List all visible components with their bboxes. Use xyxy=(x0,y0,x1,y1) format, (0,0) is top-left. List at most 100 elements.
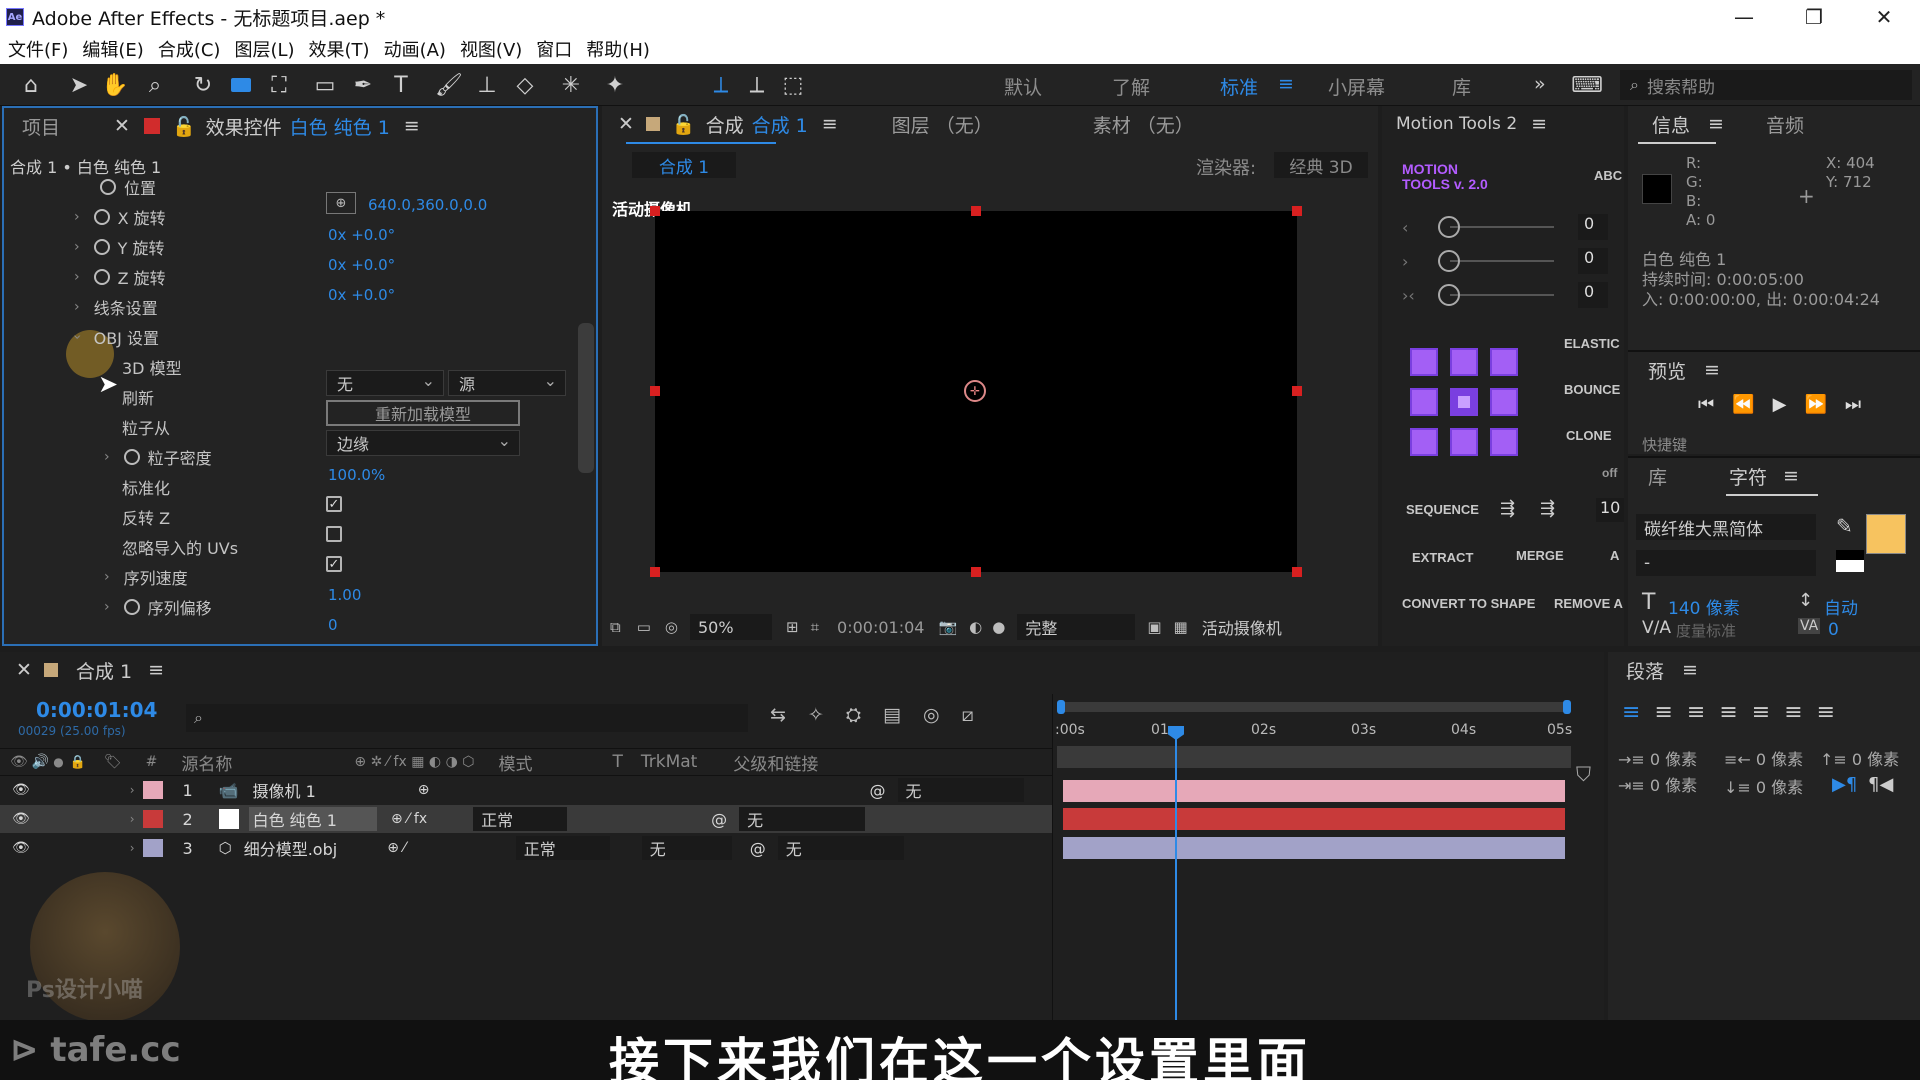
roto-brush-icon[interactable]: ✳ xyxy=(556,70,586,100)
panel-menu-icon[interactable]: ≡ xyxy=(1704,359,1720,381)
tab-layer[interactable]: 图层 （无） xyxy=(892,111,993,138)
home-icon[interactable]: ⌂ xyxy=(16,70,46,100)
menu-effect[interactable]: 效果(T) xyxy=(309,36,370,62)
x-rotation-value[interactable]: 0x +0.0° xyxy=(328,226,395,244)
layer-label-color[interactable] xyxy=(142,810,163,828)
workspace-standard[interactable]: 标准 xyxy=(1220,73,1258,100)
layer-handle[interactable] xyxy=(650,386,660,396)
ltr-direction-icon[interactable]: ▶¶ xyxy=(1832,774,1857,795)
prop-obj-settings[interactable]: › OBJ 设置 xyxy=(69,322,159,352)
timeline-layer-row[interactable]: 👁 › 1 📹 摄像机 1 ⊕ @ 无 xyxy=(0,776,1052,804)
stopwatch-icon[interactable] xyxy=(93,269,110,285)
y-rotation-value[interactable]: 0x +0.0° xyxy=(328,256,395,274)
layer-name[interactable]: 白色 纯色 1 xyxy=(248,807,377,831)
solo-icon[interactable]: ● xyxy=(53,755,63,769)
space-after-field[interactable]: ↓≡ 0 像素 xyxy=(1724,774,1803,798)
close-tab-icon[interactable]: ✕ xyxy=(114,115,130,137)
expand-arrow-icon[interactable]: › xyxy=(104,449,110,465)
collapse-arrow-icon[interactable]: › xyxy=(69,334,85,340)
layer-switch-icons[interactable]: ⊕ ⁄ xyxy=(387,840,406,856)
slider-track[interactable] xyxy=(1450,294,1554,296)
close-tab-icon[interactable]: ✕ xyxy=(618,113,634,135)
space-before-field[interactable]: ↑≡ 0 像素 xyxy=(1820,746,1899,770)
panel-menu-icon[interactable]: ≡ xyxy=(1682,659,1698,681)
particle-density-value[interactable]: 100.0% xyxy=(328,466,385,484)
layer-handle[interactable] xyxy=(971,206,981,216)
expand-arrow-icon[interactable]: › xyxy=(104,569,110,585)
anchor-center[interactable] xyxy=(1450,388,1478,416)
lock-icon[interactable]: 🔓 xyxy=(672,113,696,136)
timeline-current-time[interactable]: 0:00:01:04 xyxy=(36,698,157,722)
tab-character[interactable]: 字符 xyxy=(1729,463,1767,490)
anchor-bottom-left[interactable] xyxy=(1410,428,1438,456)
elastic-button[interactable]: ELASTIC xyxy=(1564,336,1620,351)
video-visibility-icon[interactable]: 👁 xyxy=(10,754,28,770)
expand-arrow-icon[interactable]: › xyxy=(74,299,80,315)
frame-blending-icon[interactable]: ▤ xyxy=(883,704,901,726)
convert-to-shape-button[interactable]: CONVERT TO SHAPE xyxy=(1402,596,1535,611)
selection-tool-icon[interactable]: ➤ xyxy=(64,70,94,100)
pickwhip-icon[interactable]: @ xyxy=(711,810,727,829)
fill-color-swatch[interactable] xyxy=(1866,514,1910,558)
always-preview-icon[interactable]: ⧉ xyxy=(610,618,621,636)
anchor-right[interactable] xyxy=(1490,388,1518,416)
monitor-icon[interactable]: ▭ xyxy=(637,618,651,636)
motion-blur-icon[interactable]: ◎ xyxy=(923,704,940,726)
panel-menu-icon[interactable]: ≡ xyxy=(404,115,420,137)
previous-frame-icon[interactable]: ⏪ xyxy=(1732,394,1754,415)
comp-flowchart-icon[interactable]: ⇆ xyxy=(770,704,786,726)
layer-handle[interactable] xyxy=(650,206,660,216)
menu-composition[interactable]: 合成(C) xyxy=(158,36,221,62)
z-rotation-value[interactable]: 0x +0.0° xyxy=(328,286,395,304)
camera-tool-icon[interactable] xyxy=(226,70,256,100)
slider-knob[interactable] xyxy=(1438,284,1460,306)
trkmat-column[interactable]: TrkMat xyxy=(641,752,697,772)
workspace-menu-icon[interactable]: ≡ xyxy=(1278,73,1294,95)
font-size-value[interactable]: 140 像素 xyxy=(1668,594,1740,619)
slider-value[interactable]: 0 xyxy=(1578,214,1608,240)
justify-center-icon[interactable]: ≡ xyxy=(1752,700,1770,725)
source-name-column[interactable]: 源名称 xyxy=(181,750,232,775)
parent-dropdown[interactable]: 无 xyxy=(897,778,1024,802)
layer-handle[interactable] xyxy=(1292,206,1302,216)
shy-icon[interactable]: ⛭ xyxy=(846,704,861,726)
keyboard-icon[interactable]: ⌨ xyxy=(1571,70,1603,100)
layer-duration-bar[interactable] xyxy=(1063,780,1565,802)
anchor-bottom-right[interactable] xyxy=(1490,428,1518,456)
minimize-button[interactable]: — xyxy=(1709,0,1779,34)
slider-value[interactable]: 0 xyxy=(1578,248,1608,274)
more-workspaces-icon[interactable]: » xyxy=(1534,73,1546,95)
track-matte-dropdown[interactable]: 无 xyxy=(641,836,732,860)
work-area-bar[interactable] xyxy=(1057,700,1571,714)
extract-button[interactable]: EXTRACT xyxy=(1412,550,1473,565)
workspace-small-screen[interactable]: 小屏幕 xyxy=(1328,73,1385,100)
tab-library[interactable]: 库 xyxy=(1648,463,1667,490)
align-right-icon[interactable]: ≡ xyxy=(1687,700,1705,725)
close-tab-icon[interactable]: ✕ xyxy=(16,659,32,681)
stopwatch-icon[interactable] xyxy=(100,179,116,195)
abc-label[interactable]: ABC xyxy=(1594,168,1622,183)
timeline-search-input[interactable]: ⌕ xyxy=(186,704,748,732)
sequence-button[interactable]: SEQUENCE xyxy=(1406,502,1479,517)
eye-icon[interactable]: 👁 xyxy=(12,811,30,827)
first-line-indent-field[interactable]: ⇥≡ 0 像素 xyxy=(1618,772,1697,796)
next-frame-icon[interactable]: ⏩ xyxy=(1804,394,1826,415)
expand-arrow-icon[interactable]: › xyxy=(130,783,135,797)
lock-icon[interactable]: 🔓 xyxy=(172,115,196,138)
effects-scrollbar[interactable] xyxy=(578,323,594,473)
sequence-speed-value[interactable]: 1.00 xyxy=(328,586,361,604)
workspace-libraries[interactable]: 库 xyxy=(1452,73,1471,100)
parent-column[interactable]: 父级和链接 xyxy=(733,750,818,775)
anchor-point-icon[interactable]: ✛ xyxy=(964,380,986,402)
layer-label-color[interactable] xyxy=(142,839,163,857)
reload-model-button[interactable]: 重新加载模型 xyxy=(326,400,520,426)
panel-menu-icon[interactable]: ≡ xyxy=(148,659,164,681)
mask-visibility-icon[interactable]: ◎ xyxy=(665,618,678,636)
model-dropdown[interactable]: 无 xyxy=(326,370,444,396)
menu-window[interactable]: 窗口 xyxy=(536,36,572,62)
zoom-tool-icon[interactable]: ⌕ xyxy=(140,70,170,100)
default-colors-icon[interactable] xyxy=(1836,550,1864,572)
normalize-checkbox[interactable]: ✓ xyxy=(326,496,342,512)
rectangle-tool-icon[interactable]: ▭ xyxy=(310,70,340,100)
stopwatch-icon[interactable] xyxy=(93,239,110,255)
